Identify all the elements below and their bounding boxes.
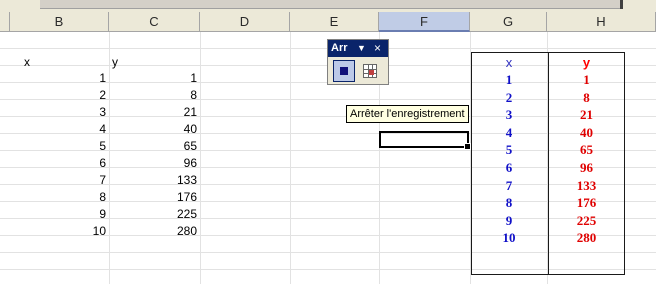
cell-b-value[interactable]: 6 bbox=[10, 155, 106, 171]
cell-c-value[interactable]: 96 bbox=[109, 155, 197, 171]
stop-recording-toolbar[interactable]: Arr ▼ × bbox=[327, 39, 389, 85]
cell-c-value[interactable]: 280 bbox=[109, 223, 197, 239]
cell-h-value[interactable]: 65 bbox=[548, 141, 625, 158]
cell-b-value[interactable]: 2 bbox=[10, 87, 106, 103]
cell-c-value[interactable]: 1 bbox=[109, 70, 197, 86]
cell-g-value[interactable]: 8 bbox=[471, 194, 547, 211]
cell-c-value[interactable]: 225 bbox=[109, 206, 197, 222]
column-header-e[interactable]: E bbox=[290, 12, 379, 32]
cell-b-value[interactable]: 1 bbox=[10, 70, 106, 86]
cell-b-value[interactable]: 3 bbox=[10, 104, 106, 120]
cell-c-value[interactable]: 65 bbox=[109, 138, 197, 154]
cell-h-value[interactable]: 8 bbox=[548, 89, 625, 106]
cell-h-value[interactable]: 40 bbox=[548, 124, 625, 141]
cell-g-value[interactable]: 1 bbox=[471, 71, 547, 88]
toolbar-options-icon[interactable]: ▼ bbox=[357, 40, 366, 57]
column-header-h[interactable]: H bbox=[547, 12, 656, 32]
cell-g-value[interactable]: 3 bbox=[471, 106, 547, 123]
toolbar-titlebar[interactable]: Arr ▼ × bbox=[328, 40, 388, 57]
column-header-d[interactable]: D bbox=[200, 12, 290, 32]
column-header-b[interactable]: B bbox=[10, 12, 109, 32]
column-header-g[interactable]: G bbox=[470, 12, 547, 32]
cell-b-value[interactable]: 5 bbox=[10, 138, 106, 154]
corner-stub bbox=[0, 12, 10, 32]
cell-h-value[interactable]: 225 bbox=[548, 212, 625, 229]
tooltip: Arrêter l'enregistrement bbox=[346, 105, 469, 123]
cell-g-value[interactable]: 4 bbox=[471, 124, 547, 141]
cell-c-header-y[interactable]: y bbox=[112, 54, 192, 70]
cell-h-value[interactable]: 133 bbox=[548, 177, 625, 194]
cell-h-value[interactable]: 21 bbox=[548, 106, 625, 123]
cell-h-value[interactable]: 96 bbox=[548, 159, 625, 176]
active-cell-selection[interactable] bbox=[379, 131, 471, 150]
formula-bar-edge bbox=[40, 0, 620, 9]
cell-b-value[interactable]: 4 bbox=[10, 121, 106, 137]
cell-h-value[interactable]: 176 bbox=[548, 194, 625, 211]
cell-g-value[interactable]: 10 bbox=[471, 229, 547, 246]
cell-g-value[interactable]: 5 bbox=[471, 141, 547, 158]
cell-c-value[interactable]: 133 bbox=[109, 172, 197, 188]
cell-g-value[interactable]: 6 bbox=[471, 159, 547, 176]
stop-recording-icon bbox=[340, 67, 348, 75]
column-header-c[interactable]: C bbox=[109, 12, 200, 32]
cell-g-value[interactable]: 9 bbox=[471, 212, 547, 229]
relative-reference-marker bbox=[369, 70, 374, 75]
cell-b-value[interactable]: 7 bbox=[10, 172, 106, 188]
column-header-f[interactable]: F bbox=[379, 12, 470, 32]
cell-c-value[interactable]: 40 bbox=[109, 121, 197, 137]
relative-reference-button[interactable] bbox=[359, 60, 381, 82]
gridline-v bbox=[200, 32, 201, 284]
cell-c-value[interactable]: 176 bbox=[109, 189, 197, 205]
cell-g-value[interactable]: 7 bbox=[471, 177, 547, 194]
cell-h-header-y[interactable]: y bbox=[548, 54, 625, 71]
cell-c-value[interactable]: 8 bbox=[109, 87, 197, 103]
cell-b-value[interactable]: 9 bbox=[10, 206, 106, 222]
fill-handle[interactable] bbox=[464, 143, 471, 150]
scroll-marker bbox=[620, 0, 623, 9]
cell-b-value[interactable]: 10 bbox=[10, 223, 106, 239]
cell-h-value[interactable]: 280 bbox=[548, 229, 625, 246]
cell-h-value[interactable]: 1 bbox=[548, 71, 625, 88]
cell-b-value[interactable]: 8 bbox=[10, 189, 106, 205]
cell-c-value[interactable]: 21 bbox=[109, 104, 197, 120]
cell-g-header-x[interactable]: x bbox=[471, 54, 547, 71]
toolbar-close-icon[interactable]: × bbox=[374, 40, 381, 57]
gridline-v bbox=[290, 32, 291, 284]
cell-g-value[interactable]: 2 bbox=[471, 89, 547, 106]
cell-b-header-x[interactable]: x bbox=[24, 54, 104, 70]
toolbar-title: Arr bbox=[331, 42, 348, 54]
window-top-strip bbox=[0, 0, 656, 12]
stop-recording-button[interactable] bbox=[333, 60, 355, 82]
